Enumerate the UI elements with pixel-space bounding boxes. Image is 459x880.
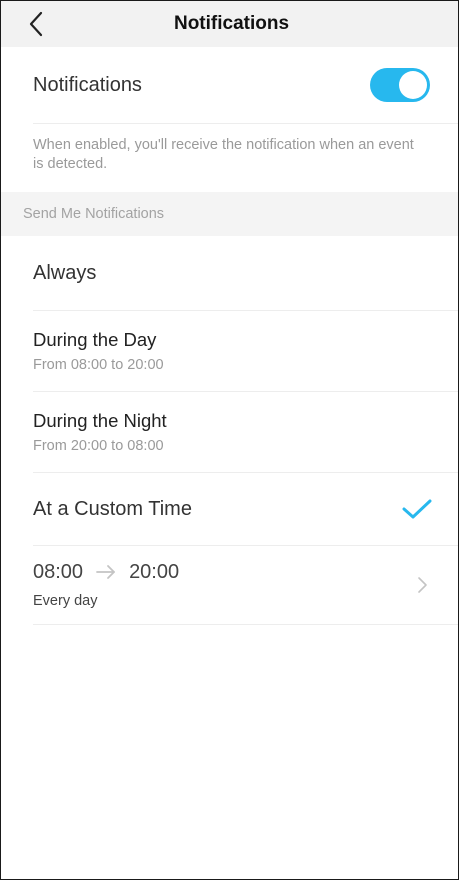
option-text: During the Day From 08:00 to 20:00 [33, 329, 164, 373]
option-sublabel: From 20:00 to 08:00 [33, 438, 164, 454]
notifications-description: When enabled, you'll receive the notific… [33, 137, 414, 172]
section-header: Send Me Notifications [1, 192, 458, 236]
option-custom-time[interactable]: At a Custom Time [33, 473, 458, 546]
option-text: During the Night From 20:00 to 08:00 [33, 410, 167, 454]
time-range: 08:00 20:00 [33, 561, 179, 584]
custom-time-range-row[interactable]: 08:00 20:00 Every day [33, 546, 458, 625]
toggle-knob [399, 71, 427, 99]
nav-bar: Notifications [1, 1, 458, 47]
option-always[interactable]: Always [33, 236, 458, 311]
end-time: 20:00 [129, 560, 180, 583]
checkmark-icon [402, 499, 432, 519]
option-during-day[interactable]: During the Day From 08:00 to 20:00 [33, 311, 458, 392]
time-range-text: 08:00 20:00 Every day [33, 561, 179, 610]
option-label: During the Day [33, 329, 157, 350]
option-label: At a Custom Time [33, 497, 192, 520]
page-title: Notifications [173, 13, 290, 34]
notifications-screen: Notifications Notifications When enabled… [0, 0, 459, 880]
arrow-right-icon [95, 564, 117, 580]
back-chevron-icon [29, 11, 43, 37]
notifications-label: Notifications [33, 73, 142, 96]
back-button[interactable] [23, 11, 49, 37]
option-sublabel: From 08:00 to 20:00 [33, 357, 164, 373]
chevron-right-icon [416, 575, 428, 595]
notifications-toggle[interactable] [370, 68, 430, 102]
option-label: Always [33, 261, 97, 284]
option-during-night[interactable]: During the Night From 20:00 to 08:00 [33, 392, 458, 473]
start-time: 08:00 [33, 560, 84, 583]
notifications-toggle-row: Notifications [33, 47, 458, 124]
repeat-label: Every day [33, 592, 98, 609]
option-label: During the Night [33, 410, 167, 431]
